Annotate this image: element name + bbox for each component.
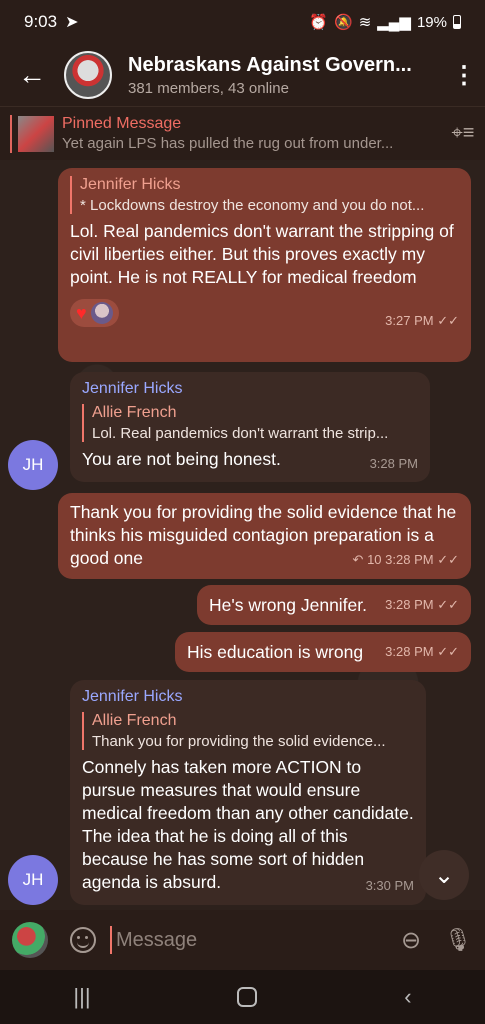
reply-count-icon[interactable]: ↶: [353, 552, 368, 567]
pinned-preview: Yet again LPS has pulled the rug out fro…: [62, 135, 394, 152]
scroll-down-button[interactable]: ⌄: [419, 850, 469, 900]
group-info[interactable]: Nebraskans Against Govern... 381 members…: [128, 54, 443, 97]
pin-list-icon[interactable]: ⌖≡: [441, 122, 485, 145]
system-nav-bar: ||| ‹: [0, 970, 485, 1024]
message-text: His education is wrong: [187, 641, 364, 662]
message-bubble[interactable]: Jennifer Hicks Allie French Lol. Real pa…: [70, 372, 430, 482]
chat-header: ← Nebraskans Against Govern... 381 membe…: [0, 44, 485, 106]
read-check-icon: ✓✓: [437, 552, 459, 567]
message-meta: 3:28 PM ✓✓: [385, 597, 459, 612]
pinned-thumbnail: [18, 115, 54, 152]
reply-quote[interactable]: Allie French Thank you for providing the…: [82, 712, 414, 750]
telegram-send-icon: ➤: [65, 14, 79, 31]
emoji-icon[interactable]: [70, 927, 96, 953]
group-title: Nebraskans Against Govern...: [128, 53, 412, 76]
reply-text: Lol. Real pandemics don't warrant the st…: [92, 425, 389, 442]
back-arrow-icon[interactable]: ←: [0, 59, 64, 91]
message-text: Lol. Real pandemics don't warrant the st…: [70, 221, 454, 287]
battery-icon: [453, 15, 461, 29]
status-time: 9:03: [24, 12, 58, 31]
message-text: He's wrong Jennifer.: [209, 594, 368, 615]
avatar[interactable]: JH: [8, 855, 58, 905]
pinned-message-bar[interactable]: Pinned Message Yet again LPS has pulled …: [0, 106, 485, 160]
avatar[interactable]: JH: [8, 440, 58, 490]
message-text: You are not being honest.: [82, 449, 281, 469]
message-time: 3:28 PM: [385, 597, 434, 612]
message-input[interactable]: [110, 926, 391, 954]
message-sender[interactable]: Jennifer Hicks: [82, 688, 414, 706]
message-bubble[interactable]: Jennifer Hicks Allie French Thank you fo…: [70, 680, 426, 905]
battery-level: 19%: [416, 13, 447, 31]
message-bubble[interactable]: He's wrong Jennifer. 3:28 PM ✓✓: [197, 585, 471, 625]
mute-icon: 🔕: [334, 14, 353, 31]
reactor-avatar: [90, 302, 113, 324]
more-vert-icon[interactable]: ⋮: [443, 61, 485, 90]
message-meta: 3:27 PM ✓✓: [70, 313, 459, 329]
mic-icon[interactable]: 🎙: [431, 927, 485, 953]
reply-count[interactable]: 10: [367, 552, 381, 567]
reply-quote[interactable]: Jennifer Hicks * Lockdowns destroy the e…: [70, 176, 459, 214]
message-sender[interactable]: Jennifer Hicks: [82, 380, 418, 398]
heart-reaction[interactable]: ♥: [70, 299, 119, 327]
signal-icon: ▂▄▆: [377, 14, 411, 31]
recents-icon[interactable]: |||: [73, 984, 90, 1010]
message-bubble[interactable]: Thank you for providing the solid eviden…: [58, 493, 471, 579]
reply-text: Thank you for providing the solid eviden…: [92, 733, 386, 750]
home-icon[interactable]: [237, 987, 258, 1007]
message-time: 3:28 PM: [385, 644, 434, 659]
back-nav-icon[interactable]: ‹: [404, 984, 411, 1010]
attach-icon[interactable]: ⊘: [387, 916, 436, 965]
message-time: 3:28 PM: [385, 552, 434, 567]
chevron-down-icon: ⌄: [433, 861, 455, 889]
alarm-icon: ⏰: [309, 14, 328, 31]
group-avatar[interactable]: [64, 51, 112, 99]
message-meta: 3:28 PM ✓✓: [385, 644, 459, 659]
pinned-title: Pinned Message: [62, 115, 182, 132]
reply-quote[interactable]: Allie French Lol. Real pandemics don't w…: [82, 404, 418, 442]
send-as-avatar[interactable]: [12, 922, 48, 958]
message-bubble[interactable]: His education is wrong 3:28 PM ✓✓: [175, 632, 471, 672]
reply-sender: Allie French: [92, 712, 177, 729]
heart-icon: ♥: [76, 302, 87, 323]
message-time: 3:28 PM: [369, 456, 418, 471]
reply-text: * Lockdowns destroy the economy and you …: [80, 197, 425, 214]
chat-area[interactable]: Jennifer Hicks * Lockdowns destroy the e…: [0, 160, 485, 910]
status-icons: ⏰ 🔕 ≋ ▂▄▆ 19%: [309, 13, 461, 31]
pinned-indicator: [10, 114, 12, 153]
message-bubble[interactable]: Jennifer Hicks * Lockdowns destroy the e…: [58, 168, 471, 362]
reply-sender: Jennifer Hicks: [80, 176, 181, 193]
read-check-icon: ✓✓: [437, 313, 459, 328]
message-composer: ⊘ 🎙: [0, 910, 485, 970]
reply-sender: Allie French: [92, 404, 177, 421]
status-bar: 9:03 ➤ ⏰ 🔕 ≋ ▂▄▆ 19%: [0, 0, 485, 44]
message-time: 3:27 PM: [385, 313, 434, 328]
group-subtitle: 381 members, 43 online: [128, 79, 289, 97]
message-text: Connely has taken more ACTION to pursue …: [82, 757, 414, 892]
wifi-icon: ≋: [358, 14, 372, 31]
